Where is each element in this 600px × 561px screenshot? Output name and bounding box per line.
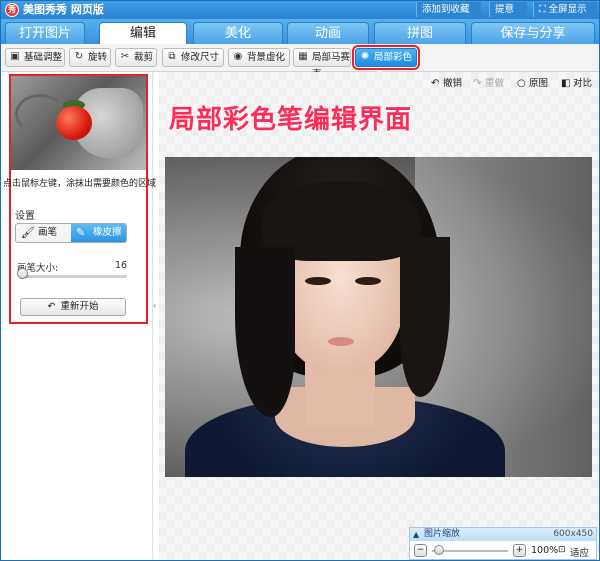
zoom-in-icon[interactable]: + <box>513 544 526 557</box>
collapse-arrow-icon[interactable]: ▲ <box>413 528 419 541</box>
preview-tomato <box>56 106 92 140</box>
mosaic-icon: ▦ <box>298 51 308 62</box>
redo-button[interactable]: ↷ 重做 <box>473 76 504 92</box>
eraser-mode-label: 橡皮擦 <box>93 227 122 238</box>
scissors-icon: ✂ <box>120 51 130 62</box>
brush-mode-switch: 🖌 画笔 ✎ 橡皮擦 <box>15 223 127 243</box>
undo-arrow-icon: ↶ <box>47 301 56 312</box>
tab-beautify[interactable]: 美化 <box>193 22 283 44</box>
color-pen-icon: ✺ <box>360 51 370 62</box>
basic-adjust-label: 基础调整 <box>24 52 63 63</box>
original-button[interactable]: ○ 原图 <box>517 76 548 92</box>
blur-icon: ◉ <box>233 51 243 62</box>
rotate-label: 旋转 <box>88 52 108 63</box>
compare-label: 对比 <box>573 78 593 89</box>
eraser-icon: ✎ <box>76 226 86 239</box>
annotation-headline: 局部彩色笔编辑界面 <box>169 105 413 135</box>
zoom-panel-header[interactable]: ▲ 图片缩放 600x450 <box>410 528 596 541</box>
main-tab-bar: 打开图片 编辑 美化 动画 拼图 保存与分享 <box>1 19 599 44</box>
edited-photo[interactable] <box>165 157 592 477</box>
brush-mode-label: 画笔 <box>38 227 58 238</box>
app-window: 秀 美图秀秀 网页版 添加到收藏夹 提意见 ⛶ 全屏显示 打开图片 编辑 美化 … <box>0 0 600 561</box>
title-bar: 秀 美图秀秀 网页版 添加到收藏夹 提意见 ⛶ 全屏显示 <box>1 1 599 30</box>
crop-label: 裁剪 <box>134 52 154 63</box>
resize-button[interactable]: ⧉ 修改尺寸 <box>162 48 224 67</box>
color-pen-panel: 点击鼠标左键，涂抹出需要颜色的区域 设置 🖌 画笔 ✎ 橡皮擦 画笔大小: 16 ↶… <box>3 74 156 324</box>
tab-collage[interactable]: 拼图 <box>374 22 466 44</box>
canvas-action-bar: ↶ 撤销 ↷ 重做 ○ 原图 ◧ 对比 <box>431 76 597 92</box>
zoom-panel: ▲ 图片缩放 600x450 − + 100% ⊡ 适应 <box>409 527 597 560</box>
feedback-button[interactable]: 提意见 <box>489 2 527 30</box>
fullscreen-button[interactable]: ⛶ 全屏显示 <box>533 2 597 17</box>
undo-button[interactable]: ↶ 撤销 <box>431 76 462 92</box>
zoom-percent: 100% <box>531 545 559 556</box>
fullscreen-label: 全屏显示 <box>548 4 587 15</box>
example-preview-image <box>11 76 146 170</box>
tab-save-share[interactable]: 保存与分享 <box>471 22 595 44</box>
compare-icon: ◧ <box>561 78 571 89</box>
tab-edit[interactable]: 编辑 <box>99 22 187 44</box>
image-adjust-icon: ▣ <box>10 51 20 62</box>
undo-icon: ↶ <box>431 78 440 89</box>
redo-icon: ↷ <box>473 78 482 89</box>
mosaic-button[interactable]: ▦局部马赛克 <box>293 48 351 80</box>
restart-label: 重新开始 <box>60 301 99 312</box>
zoom-out-icon[interactable]: − <box>414 544 427 557</box>
brush-size-slider[interactable] <box>19 275 127 278</box>
left-settings-pane: 点击鼠标左键，涂抹出需要颜色的区域 设置 🖌 画笔 ✎ 橡皮擦 画笔大小: 16 ↶… <box>1 72 156 560</box>
edit-toolbar: ▣ 基础调整 ↻ 旋转 ✂ 裁剪 ⧉ 修改尺寸 ◉ 背景虚化 ▦局部马赛克 ✺局部彩色笔 <box>1 44 599 80</box>
app-logo-icon: 秀 <box>5 3 19 17</box>
brush-size-slider-handle[interactable] <box>17 268 28 279</box>
background-blur-button[interactable]: ◉ 背景虚化 <box>228 48 290 67</box>
collapse-panel-icon[interactable]: ‹ <box>153 301 158 317</box>
circle-icon: ○ <box>517 78 526 89</box>
tab-animation[interactable]: 动画 <box>287 22 369 44</box>
image-canvas[interactable]: ↶ 撤销 ↷ 重做 ○ 原图 ◧ 对比 局部彩色笔编辑界面 ▲ 图片缩放 600x450 <box>159 72 599 560</box>
fit-button[interactable]: ⊡ 适应 <box>558 545 589 559</box>
color-pen-button[interactable]: ✺局部彩色笔 <box>352 45 420 80</box>
basic-adjust-button[interactable]: ▣ 基础调整 <box>5 48 65 67</box>
resize-label: 修改尺寸 <box>181 52 220 63</box>
fit-icon: ⊡ <box>558 545 566 555</box>
instruction-text: 点击鼠标左键，涂抹出需要颜色的区域 <box>3 179 157 189</box>
original-label: 原图 <box>529 78 549 89</box>
app-title: 美图秀秀 网页版 <box>23 3 104 16</box>
fit-label: 适应 <box>570 548 590 559</box>
photo-lips <box>328 337 354 346</box>
photo-eye-right <box>355 277 381 285</box>
eraser-mode-button[interactable]: ✎ 橡皮擦 <box>71 224 126 242</box>
background-blur-label: 背景虚化 <box>247 52 286 63</box>
brush-size-value: 16 <box>115 260 128 271</box>
zoom-panel-title: 图片缩放 <box>424 529 461 539</box>
restart-button[interactable]: ↶ 重新开始 <box>20 298 126 316</box>
fullscreen-icon: ⛶ <box>539 4 549 15</box>
zoom-slider-handle[interactable] <box>434 545 444 555</box>
tab-open-image[interactable]: 打开图片 <box>5 22 85 44</box>
photo-hair-strand-left <box>235 247 295 417</box>
image-dimensions: 600x450 <box>553 529 593 539</box>
zoom-controls: − + 100% ⊡ 适应 <box>410 542 596 560</box>
crop-button[interactable]: ✂ 裁剪 <box>115 48 157 67</box>
rotate-icon: ↻ <box>74 51 84 62</box>
photo-eye-left <box>305 277 331 285</box>
settings-heading: 设置 <box>15 211 35 222</box>
rotate-button[interactable]: ↻ 旋转 <box>69 48 111 67</box>
compare-button[interactable]: ◧ 对比 <box>561 76 592 92</box>
resize-icon: ⧉ <box>168 51 176 62</box>
undo-label: 撤销 <box>443 78 463 89</box>
add-favorite-button[interactable]: 添加到收藏夹 <box>416 2 481 30</box>
brush-mode-button[interactable]: 🖌 画笔 <box>16 224 71 242</box>
redo-label: 重做 <box>485 78 505 89</box>
brush-icon: 🖌 <box>21 226 35 239</box>
